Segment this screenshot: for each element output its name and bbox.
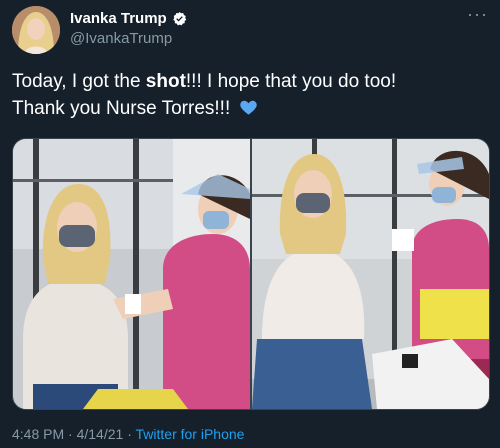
tweet-date[interactable]: 4/14/21 — [77, 426, 124, 442]
photo-1[interactable] — [13, 139, 250, 409]
blue-heart-emoji-icon — [239, 100, 257, 115]
tweet-time[interactable]: 4:48 PM — [12, 426, 64, 442]
author-info: Ivanka Trump @IvankaTrump — [70, 10, 187, 47]
meta-separator: · — [123, 426, 136, 442]
verified-badge-icon — [172, 11, 186, 26]
photo-2[interactable] — [252, 139, 489, 409]
avatar[interactable] — [12, 6, 60, 54]
tweet-text-part: Today, I got the — [12, 71, 146, 92]
avatar-image — [12, 6, 60, 54]
more-options-icon[interactable]: ··· — [467, 4, 488, 25]
meta-separator: · — [64, 426, 77, 442]
tweet-text-part: !!! I hope that you do too! — [185, 71, 397, 92]
author-name[interactable]: Ivanka Trump — [70, 10, 167, 27]
tweet-text-part: Thank you Nurse Torres!!! — [12, 98, 236, 119]
photo-2-image — [252, 139, 489, 409]
media-grid — [12, 138, 490, 410]
tweet-text-bold: shot — [145, 71, 186, 92]
tweet: Ivanka Trump @IvankaTrump ··· Today, I g… — [0, 0, 500, 448]
tweet-line-1: Today, I got the shot!!! I hope that you… — [12, 68, 488, 95]
photo-1-image — [13, 139, 250, 409]
tweet-line-2: Thank you Nurse Torres!!! — [12, 95, 488, 122]
tweet-source-link[interactable]: Twitter for iPhone — [136, 426, 245, 442]
author-handle[interactable]: @IvankaTrump — [70, 30, 187, 47]
tweet-meta: 4:48 PM · 4/14/21 · Twitter for iPhone — [12, 426, 244, 442]
tweet-text: Today, I got the shot!!! I hope that you… — [12, 68, 488, 122]
